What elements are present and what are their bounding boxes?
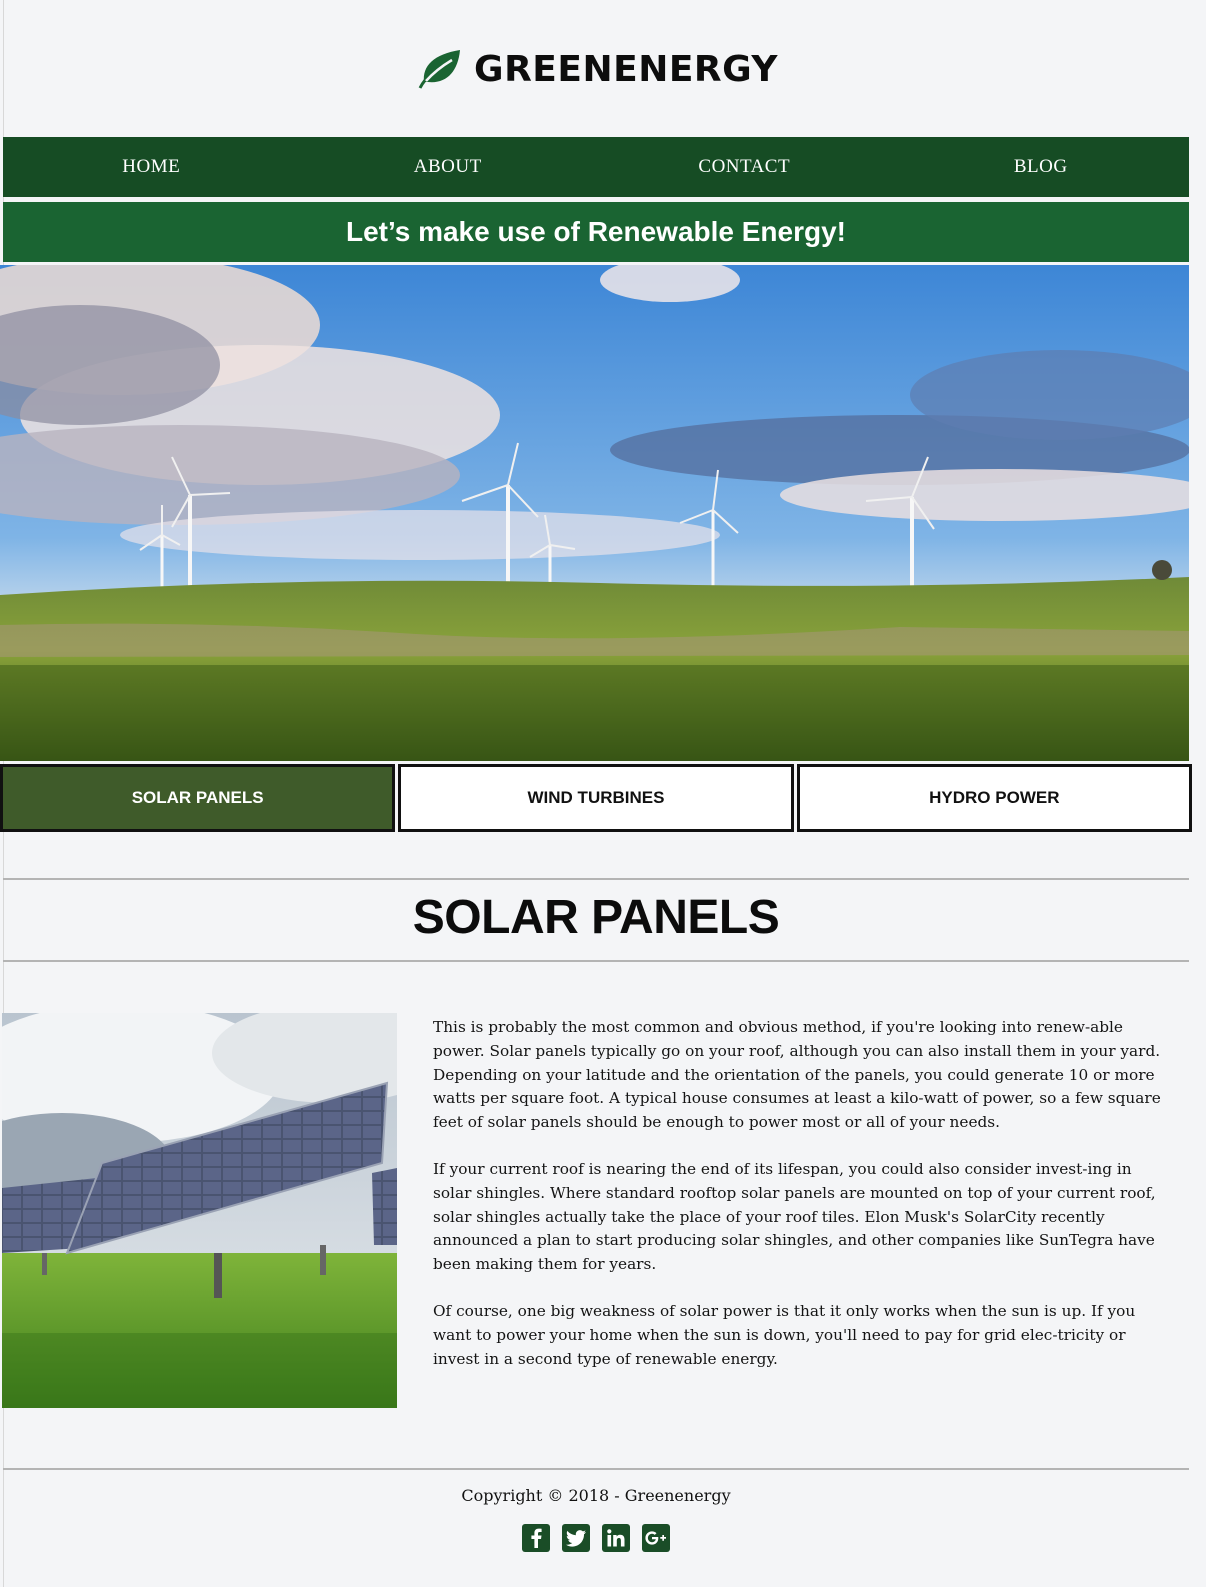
logo[interactable]: GREENENERGY (0, 48, 1194, 90)
section-divider-top (3, 878, 1189, 880)
facebook-icon[interactable] (522, 1524, 550, 1552)
leaf-icon (418, 50, 461, 89)
article-paragraph: If your current roof is nearing the end … (433, 1159, 1156, 1274)
tagline-text: Let’s make use of Renewable Energy! (345, 216, 847, 247)
tab-hydro-power[interactable]: HYDRO POWER (796, 764, 1192, 832)
main-nav: HOME ABOUT CONTACT BLOG (3, 137, 1189, 197)
tagline-banner: Let’s make use of Renewable Energy! (3, 202, 1189, 262)
hero-image (0, 265, 1189, 761)
nav-item-contact[interactable]: CONTACT (596, 137, 893, 197)
section-divider-bottom (3, 960, 1189, 962)
nav-item-blog[interactable]: BLOG (893, 137, 1190, 197)
social-links (0, 1524, 1192, 1552)
article-body: This is probably the most common and obv… (433, 1016, 1163, 1394)
tab-wind-turbines[interactable]: WIND TURBINES (398, 764, 794, 832)
google-plus-icon[interactable] (642, 1524, 670, 1552)
article-paragraph: This is probably the most common and obv… (433, 1018, 1161, 1132)
copyright-text: Copyright © 2018 - Greenenergy (461, 1486, 731, 1505)
article-paragraph: Of course, one big weakness of solar pow… (433, 1301, 1136, 1368)
linkedin-icon[interactable] (602, 1524, 630, 1552)
twitter-icon[interactable] (562, 1524, 590, 1552)
nav-item-home[interactable]: HOME (3, 137, 300, 197)
nav-item-about[interactable]: ABOUT (300, 137, 597, 197)
page: GREENENERGY HOME ABOUT CONTACT BLOG Let’… (0, 0, 1206, 1587)
section-title: SOLAR PANELS (412, 891, 780, 944)
tab-solar-panels[interactable]: SOLAR PANELS (0, 764, 396, 832)
energy-tabs: SOLAR PANELS WIND TURBINES HYDRO POWER (0, 764, 1192, 832)
brand-name: GREENENERGY (474, 48, 778, 90)
solar-panels-image (2, 1013, 397, 1408)
footer-divider (3, 1468, 1189, 1470)
